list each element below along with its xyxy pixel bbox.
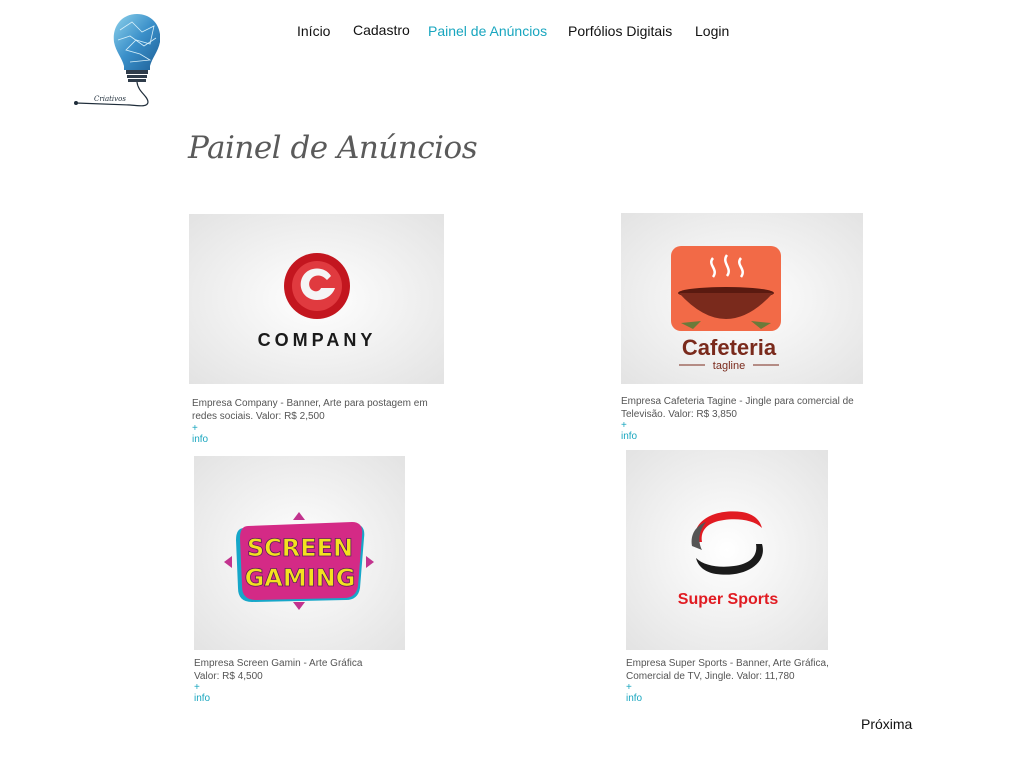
screen-gaming-logo-image[interactable]: SCREEN GAMING bbox=[194, 456, 405, 650]
super-sports-logo-image[interactable]: Super Sports bbox=[626, 450, 828, 650]
ad-description: Empresa Cafeteria Tagine - Jingle para c… bbox=[621, 396, 854, 420]
cafeteria-logo-image[interactable]: Cafeteria tagline bbox=[621, 213, 863, 384]
page-title: Painel de Anúncios bbox=[188, 130, 478, 166]
company-logo-text: COMPANY bbox=[258, 330, 377, 350]
site-logo[interactable]: Criativos bbox=[70, 10, 161, 110]
company-logo-image[interactable]: COMPANY bbox=[189, 214, 444, 384]
more-info-link[interactable]: + info bbox=[626, 682, 642, 704]
nav-item-inicio[interactable]: Início bbox=[297, 23, 330, 39]
super-sports-logo-text: Super Sports bbox=[678, 591, 779, 608]
nav-item-cadastro[interactable]: Cadastro bbox=[353, 22, 410, 38]
screen-gaming-logo-line2: GAMING bbox=[245, 564, 356, 592]
cafeteria-logo-text: Cafeteria bbox=[682, 335, 777, 360]
more-info-link[interactable]: + info bbox=[621, 420, 637, 442]
ad-description: Empresa Company - Banner, Arte para post… bbox=[192, 398, 428, 422]
cafeteria-logo-subtext: tagline bbox=[713, 360, 745, 372]
next-page-link[interactable]: Próxima bbox=[861, 716, 912, 732]
nav-item-login[interactable]: Login bbox=[695, 23, 729, 39]
more-info-link[interactable]: + info bbox=[194, 682, 210, 704]
nav-item-portfolios-digitais[interactable]: Porfólios Digitais bbox=[568, 23, 672, 39]
ad-description: Empresa Screen Gamin - Arte Gráfica Valo… bbox=[194, 658, 363, 682]
ad-description: Empresa Super Sports - Banner, Arte Gráf… bbox=[626, 658, 829, 682]
screen-gaming-logo-line1: SCREEN bbox=[247, 534, 353, 562]
more-info-link[interactable]: + info bbox=[192, 423, 208, 445]
logo-text: Criativos bbox=[94, 95, 126, 103]
nav-item-painel-de-anuncios[interactable]: Painel de Anúncios bbox=[428, 23, 547, 39]
